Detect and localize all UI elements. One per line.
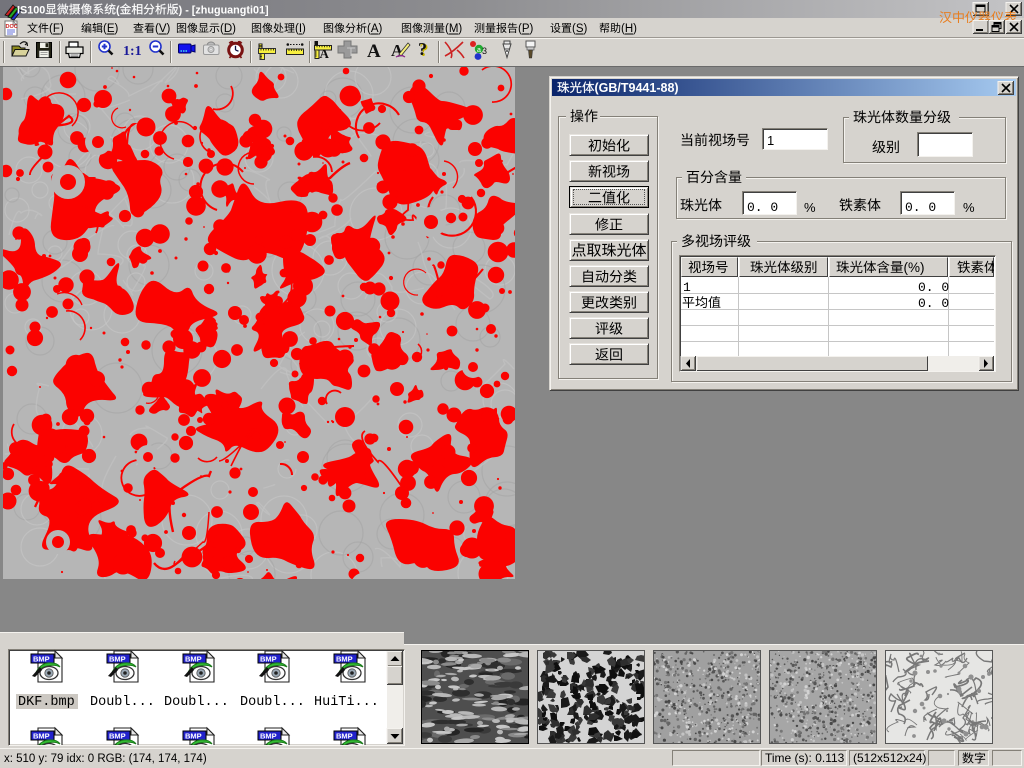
svg-text:(S): (S) — [572, 23, 588, 35]
svg-text:Time (s): 0.113: Time (s): 0.113 — [765, 751, 845, 765]
svg-text:1: 1 — [767, 133, 774, 148]
svg-text:0. 0: 0. 0 — [905, 200, 936, 215]
svg-text:BMP: BMP — [109, 655, 126, 664]
svg-text:(A): (A) — [367, 23, 383, 35]
svg-text:%: % — [804, 200, 816, 215]
svg-text:0. 0: 0. 0 — [747, 200, 778, 215]
svg-text:(P): (P) — [518, 23, 534, 35]
svg-text:1:1: 1:1 — [123, 44, 142, 59]
svg-text:(F): (F) — [49, 23, 64, 35]
svg-text:3: 3 — [482, 46, 487, 56]
svg-text:(: ( — [116, 5, 120, 17]
svg-text:(H): (H) — [621, 23, 637, 35]
svg-text:Doubl...: Doubl... — [240, 695, 305, 710]
svg-text:BMP: BMP — [185, 655, 202, 664]
svg-text:BMP: BMP — [109, 732, 126, 741]
svg-text:(D): (D) — [220, 23, 236, 35]
svg-text:(I): (I) — [295, 23, 306, 35]
svg-text:BMP: BMP — [33, 655, 50, 664]
svg-text:A: A — [367, 41, 381, 62]
svg-text:(%): (%) — [904, 260, 925, 275]
svg-text:(M): (M) — [445, 23, 462, 35]
svg-text:DKF.bmp: DKF.bmp — [18, 695, 75, 710]
svg-text:x: 510 y: 79 idx: 0 RGB: (17: x: 510 y: 79 idx: 0 RGB: (174, 174, 174) — [4, 753, 207, 765]
svg-text:(GB/T9441-88): (GB/T9441-88) — [595, 81, 679, 95]
svg-text:) - [zhuguangti01]: ) - [zhuguangti01] — [179, 5, 269, 17]
svg-text:0. 0: 0. 0 — [918, 296, 949, 311]
svg-text:BMP: BMP — [33, 732, 50, 741]
svg-text:Doubl...: Doubl... — [90, 695, 155, 710]
svg-text:Doubl...: Doubl... — [164, 695, 229, 710]
svg-text:1: 1 — [683, 280, 691, 295]
svg-text:IS100: IS100 — [17, 5, 45, 17]
svg-text:a: a — [477, 47, 481, 54]
svg-text:HuiTi...: HuiTi... — [314, 695, 379, 710]
svg-text:(512x512x24): (512x512x24) — [853, 751, 926, 765]
svg-text:(E): (E) — [103, 23, 119, 35]
svg-text:BMP: BMP — [336, 655, 353, 664]
svg-text:%: % — [963, 200, 975, 215]
svg-text:(V): (V) — [155, 23, 171, 35]
svg-text:A: A — [320, 46, 330, 61]
svg-text:BMP: BMP — [185, 732, 202, 741]
svg-text:BMP: BMP — [336, 732, 353, 741]
svg-text:DOC: DOC — [6, 24, 18, 30]
svg-text:0. 0: 0. 0 — [918, 280, 949, 295]
svg-text:?: ? — [418, 39, 427, 59]
svg-text:BMP: BMP — [260, 655, 277, 664]
svg-text:BMP: BMP — [260, 732, 277, 741]
